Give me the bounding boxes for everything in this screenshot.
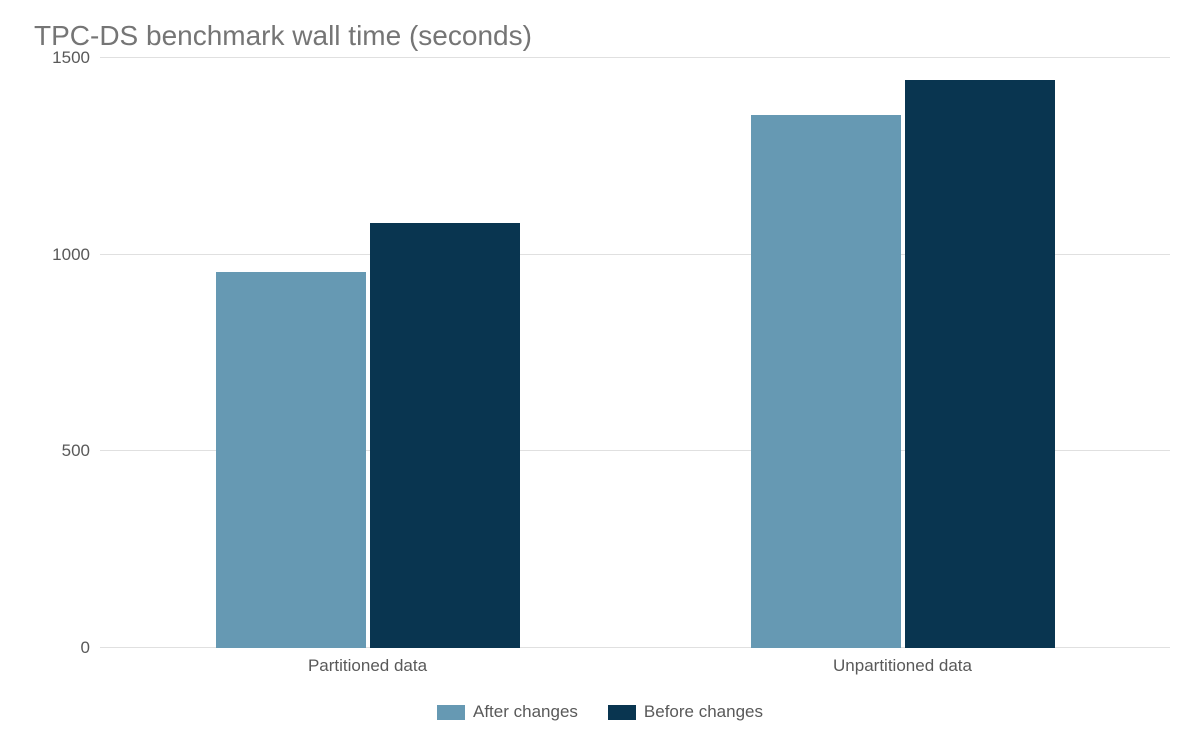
x-label: Partitioned data — [100, 648, 635, 676]
legend-label: After changes — [473, 702, 578, 722]
y-tick: 1000 — [30, 245, 90, 265]
y-tick: 500 — [30, 441, 90, 461]
legend-item-before: Before changes — [608, 702, 763, 722]
x-axis: Partitioned data Unpartitioned data — [100, 648, 1170, 676]
chart-title: TPC-DS benchmark wall time (seconds) — [34, 20, 1170, 52]
bar-partitioned-before — [370, 223, 520, 648]
plot-area — [100, 58, 1170, 648]
swatch-icon — [608, 705, 636, 720]
bar-groups — [100, 58, 1170, 648]
y-tick: 0 — [30, 638, 90, 658]
x-label: Unpartitioned data — [635, 648, 1170, 676]
legend: After changes Before changes — [30, 702, 1170, 722]
y-axis: 0 500 1000 1500 — [30, 58, 100, 648]
bar-unpartitioned-before — [905, 80, 1055, 648]
swatch-icon — [437, 705, 465, 720]
bar-unpartitioned-after — [751, 115, 901, 648]
group-partitioned — [100, 58, 635, 648]
bar-partitioned-after — [216, 272, 366, 648]
plot-wrap: 0 500 1000 1500 — [30, 58, 1170, 648]
y-tick: 1500 — [30, 48, 90, 68]
chart-container: TPC-DS benchmark wall time (seconds) 0 5… — [0, 0, 1200, 742]
legend-item-after: After changes — [437, 702, 578, 722]
group-unpartitioned — [635, 58, 1170, 648]
legend-label: Before changes — [644, 702, 763, 722]
